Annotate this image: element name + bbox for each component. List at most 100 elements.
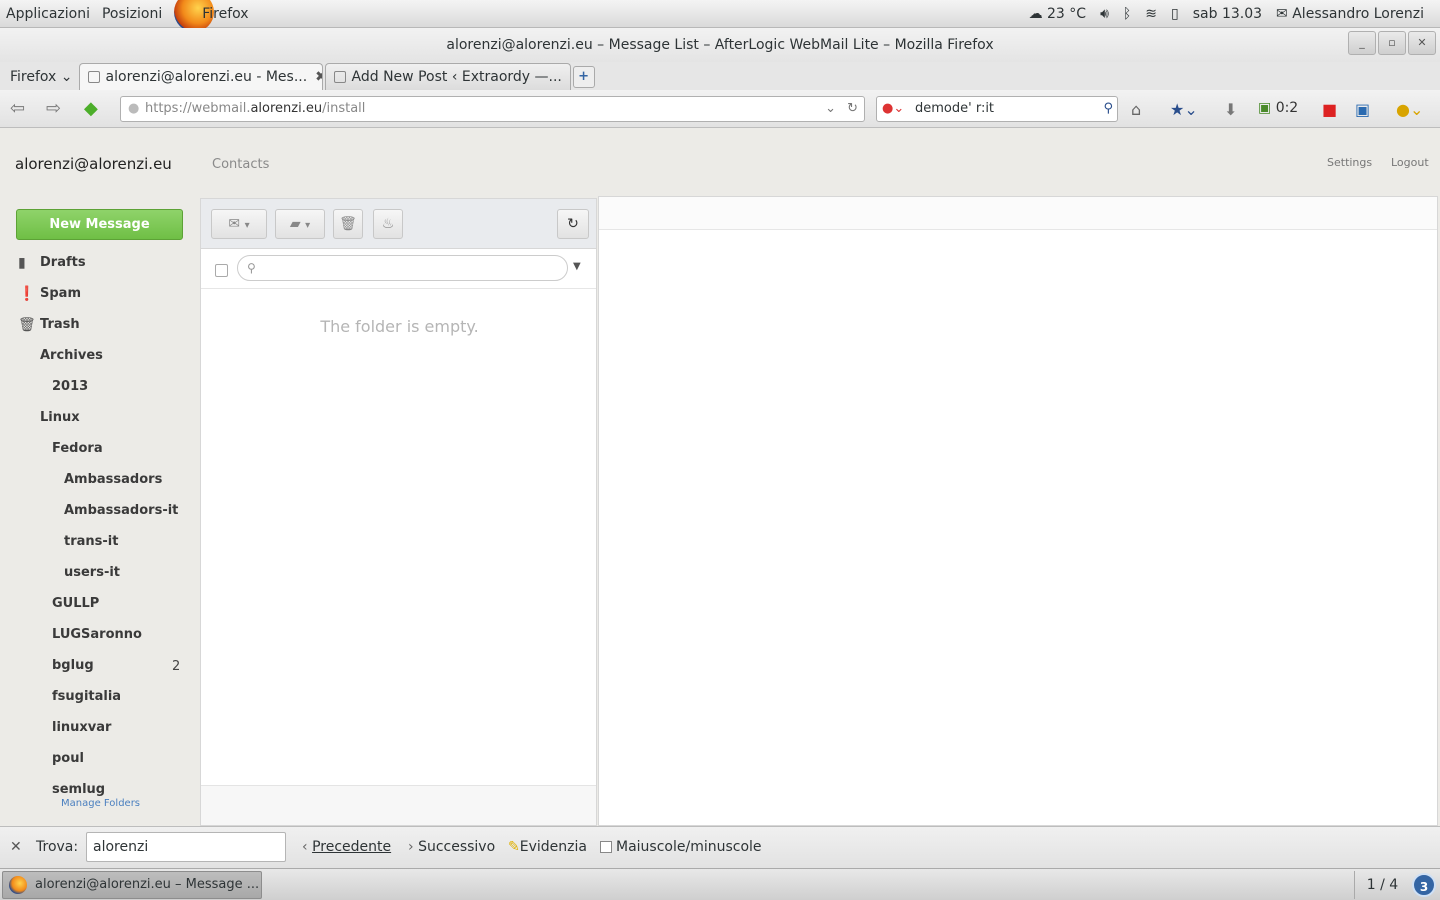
spam-button[interactable]: ♨ (373, 209, 403, 239)
chevron-down-icon: ⌄ (60, 69, 73, 85)
folder-archives[interactable]: Archives (40, 348, 103, 363)
maximize-button[interactable]: ▫ (1378, 31, 1406, 55)
folder-2013[interactable]: 2013 (52, 379, 88, 394)
folder-ambassadors-it[interactable]: Ambassadors-it (64, 503, 178, 518)
drafts-icon: ▮ (18, 255, 26, 271)
folder-lugsaronno[interactable]: LUGSaronno (52, 627, 142, 642)
folder-ambassadors[interactable]: Ambassadors (64, 472, 162, 487)
folder-users-it[interactable]: users-it (64, 565, 120, 580)
chevron-right-icon: › (408, 839, 414, 855)
search-input[interactable]: demode' r:it (915, 101, 994, 116)
advanced-search-dropdown-icon[interactable]: ▼ (573, 261, 581, 272)
firefox-app-menu[interactable]: Firefox (196, 6, 254, 22)
folder-bglug[interactable]: bglug (52, 658, 94, 673)
folder-linux[interactable]: Linux (40, 410, 80, 425)
folder-poul[interactable]: poul (52, 751, 84, 766)
workspace-pager[interactable]: 1 / 4 (1354, 871, 1410, 899)
weather-indicator[interactable]: ☁ 23 °C (1029, 6, 1087, 22)
settings-link[interactable]: Settings (1327, 156, 1372, 169)
select-all-checkbox[interactable] (215, 264, 228, 277)
wifi-icon[interactable]: ≋ (1145, 6, 1157, 22)
battery-icon[interactable]: ▯ (1171, 6, 1179, 22)
volume-icon[interactable]: 🔊︎ (1100, 6, 1109, 22)
applications-menu[interactable]: Applicazioni (0, 6, 96, 22)
search-bar[interactable]: ●⌄ demode' r:it ⚲ (876, 96, 1118, 122)
tab-label: Add New Post ‹ Extraordy —... (351, 69, 562, 85)
new-message-button[interactable]: New Message (16, 209, 183, 240)
chat-icon: ✉ (1276, 5, 1288, 22)
image-icon[interactable]: ▣ (1355, 100, 1370, 119)
folder-semlug[interactable]: semlug (52, 782, 105, 797)
folder-fedora[interactable]: Fedora (52, 441, 103, 456)
find-previous-button[interactable]: ‹ Precedente (302, 839, 391, 855)
trash-icon: 🗑︎ (339, 216, 357, 232)
manage-folders-link[interactable]: Manage Folders (61, 798, 140, 809)
system-top-bar: Applicazioni Posizioni Firefox ☁ 23 °C 🔊… (0, 0, 1440, 32)
contacts-link[interactable]: Contacts (212, 157, 269, 172)
fire-icon: ♨ (381, 216, 395, 232)
tab-add-new-post[interactable]: Add New Post ‹ Extraordy —... ✖ (324, 63, 571, 90)
youtube-icon[interactable]: ■ (1322, 100, 1337, 119)
tab-webmail[interactable]: alorenzi@alorenzi.eu - Mes... ✖ (78, 63, 323, 90)
message-search-input[interactable] (237, 255, 568, 281)
feedly-icon[interactable]: ◆ (84, 98, 98, 119)
forward-button[interactable]: ⇨ (46, 98, 61, 119)
account-name[interactable]: alorenzi@alorenzi.eu (15, 155, 172, 173)
mark-read-button[interactable]: ✉ ▾ (211, 209, 267, 239)
logout-link[interactable]: Logout (1391, 156, 1429, 169)
folder-spam[interactable]: Spam (40, 286, 81, 301)
tab-bar: Firefox ⌄ alorenzi@alorenzi.eu - Mes... … (0, 62, 1440, 90)
message-view-pane (598, 196, 1438, 826)
taskbar-window-firefox[interactable]: alorenzi@alorenzi.eu – Message ... (2, 871, 262, 899)
match-case-checkbox[interactable] (600, 841, 612, 853)
folder-drafts[interactable]: Drafts (40, 255, 86, 270)
move-to-folder-button[interactable]: ▰ ▾ (275, 209, 325, 239)
site-identity-icon[interactable]: ● (128, 97, 139, 121)
chevron-down-icon: ▾ (305, 220, 311, 231)
reload-icon[interactable]: ↻ (847, 97, 858, 121)
highlighter-icon: ✎ (508, 839, 520, 855)
close-tab-icon[interactable]: ✖ (307, 69, 321, 85)
folder-fsugitalia[interactable]: fsugitalia (52, 689, 121, 704)
duckduckgo-engine-icon[interactable]: ●⌄ (882, 97, 904, 121)
folder-trans-it[interactable]: trans-it (64, 534, 118, 549)
refresh-icon: ↻ (567, 216, 579, 232)
minimize-button[interactable]: _ (1348, 31, 1376, 55)
url-history-dropdown-icon[interactable]: ⌄ (825, 97, 836, 121)
new-tab-button[interactable]: + (572, 66, 595, 88)
highlight-all-button[interactable]: ✎Evidenzia (508, 839, 587, 855)
find-input[interactable]: alorenzi (86, 832, 286, 862)
search-icon: ⚲ (247, 261, 256, 275)
back-button[interactable]: ⇦ (10, 98, 25, 119)
message-view-header (599, 197, 1437, 230)
empty-folder-message: The folder is empty. (320, 317, 479, 336)
places-menu[interactable]: Posizioni (96, 6, 168, 22)
downloads-icon[interactable]: ⬇ (1224, 100, 1237, 119)
message-search-row: ⚲ ▼ (201, 249, 596, 289)
find-label: Trova: (36, 839, 79, 855)
delete-button[interactable]: 🗑︎ (333, 209, 363, 239)
close-find-bar-icon[interactable]: ✕ (10, 839, 22, 855)
window-title-bar: alorenzi@alorenzi.eu – Message List – Af… (0, 28, 1440, 62)
clock[interactable]: sab 13.03 (1193, 6, 1262, 22)
notification-counter[interactable]: 3 (1412, 873, 1436, 897)
folder-move-icon: ▰ (289, 216, 301, 232)
folder-trash[interactable]: Trash (40, 317, 80, 332)
folder-linuxvar[interactable]: linuxvar (52, 720, 111, 735)
search-icon[interactable]: ⚲ (1103, 97, 1113, 121)
extension-counter[interactable]: ▣ 0:2 (1258, 100, 1298, 116)
firefox-menu-button[interactable]: Firefox ⌄ (4, 64, 79, 90)
home-icon[interactable]: ⌂ (1131, 100, 1141, 119)
close-window-button[interactable]: ✕ (1408, 31, 1436, 55)
folder-gullp[interactable]: GULLP (52, 596, 99, 611)
trash-icon: 🗑︎ (18, 317, 36, 333)
refresh-button[interactable]: ↻ (557, 209, 589, 239)
match-case-label[interactable]: Maiuscole/minuscole (616, 839, 762, 855)
medal-icon[interactable]: ●⌄ (1396, 100, 1423, 119)
bluetooth-icon[interactable]: ᛒ (1123, 6, 1131, 22)
bookmarks-icon[interactable]: ★⌄ (1170, 100, 1198, 119)
url-bar[interactable]: ● https://webmail.alorenzi.eu/install ⌄ … (120, 96, 865, 122)
find-next-button[interactable]: › Successivo (408, 839, 495, 855)
user-menu[interactable]: ✉ Alessandro Lorenzi (1276, 6, 1424, 22)
close-tab-icon[interactable]: ✖ (562, 69, 570, 85)
